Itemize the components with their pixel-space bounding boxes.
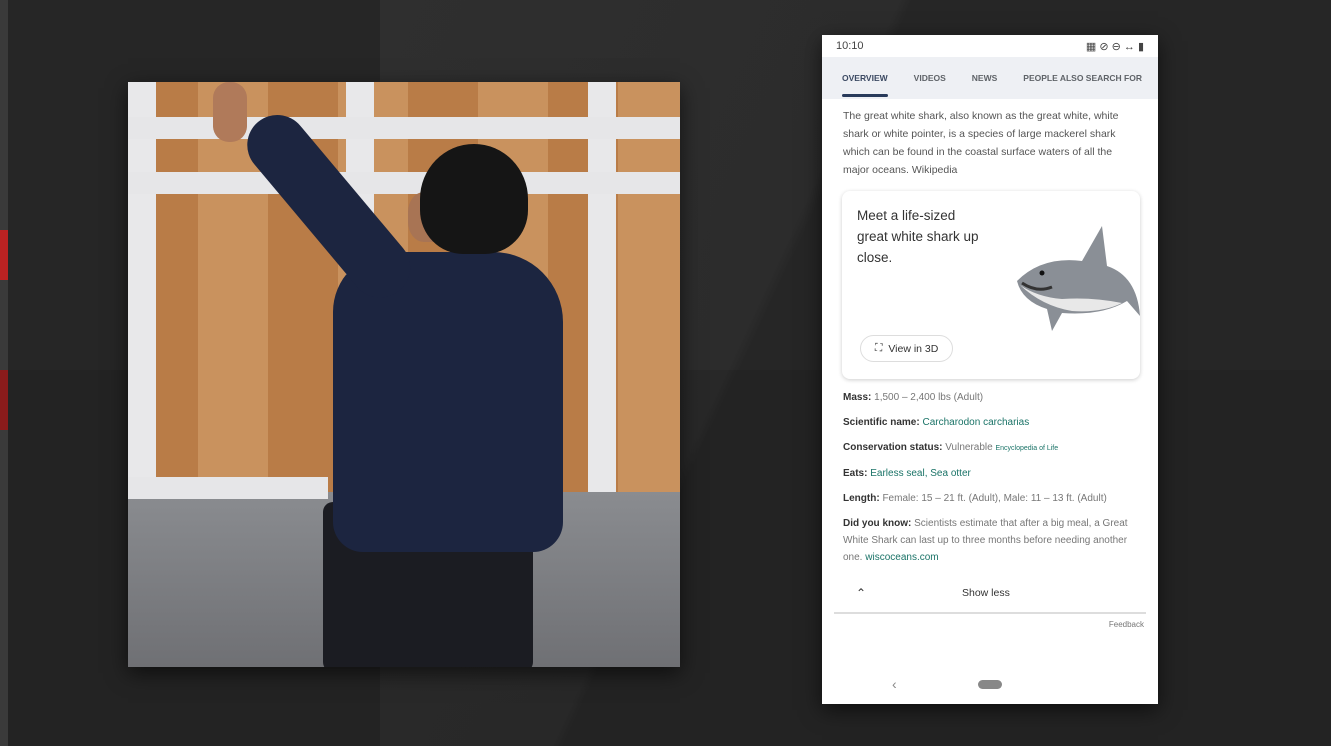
nav-bar: ‹ xyxy=(822,664,1158,704)
wikipedia-link[interactable]: Wikipedia xyxy=(912,164,958,176)
back-icon[interactable]: ‹ xyxy=(892,676,897,692)
fact-scientific-name: Scientific name: Carcharodon carcharias xyxy=(843,417,1030,428)
description: The great white shark, also known as the… xyxy=(843,110,1119,176)
fact-length: Length: Female: 15 – 21 ft. (Adult), Mal… xyxy=(843,493,1107,504)
status-icons: ▦ ⊘ ⊖ ↔ ▮ xyxy=(1085,40,1144,53)
tab-videos[interactable]: VIDEOS xyxy=(914,73,946,83)
tab-news[interactable]: NEWS xyxy=(972,73,998,83)
feedback-link[interactable]: Feedback xyxy=(822,614,1158,635)
facts-list: Mass: 1,500 – 2,400 lbs (Adult) Scientif… xyxy=(822,379,1158,566)
fact-eats: Eats: Earless seal, Sea otter xyxy=(843,468,971,479)
ar-icon: ⛶ xyxy=(875,342,883,354)
status-bar: 10:10 ▦ ⊘ ⊖ ↔ ▮ xyxy=(822,35,1158,57)
tab-bar: OVERVIEW VIDEOS NEWS PEOPLE ALSO SEARCH … xyxy=(822,57,1158,99)
fact-mass: Mass: 1,500 – 2,400 lbs (Adult) xyxy=(843,392,984,403)
phone-screen: 10:10 ▦ ⊘ ⊖ ↔ ▮ OVERVIEW VIDEOS NEWS PEO… xyxy=(822,35,1158,704)
status-time: 10:10 xyxy=(836,40,864,52)
view-in-3d-button[interactable]: ⛶ View in 3D xyxy=(860,335,954,362)
tab-overview[interactable]: OVERVIEW xyxy=(842,73,888,97)
fact-did-you-know: Did you know: Scientists estimate that a… xyxy=(843,518,1128,563)
show-less-button[interactable]: ⌃ Show less xyxy=(834,574,1146,614)
presenter-video xyxy=(128,82,680,667)
chevron-up-icon: ⌃ xyxy=(856,586,867,600)
fact-conservation: Conservation status: Vulnerable Encyclop… xyxy=(843,442,1059,453)
ar-card[interactable]: Meet a life-sized great white shark up c… xyxy=(842,191,1140,379)
left-edge-strip xyxy=(0,0,8,746)
shark-3d-image xyxy=(1017,226,1140,331)
tab-people-also-search[interactable]: PEOPLE ALSO SEARCH FOR xyxy=(1023,73,1142,83)
card-title: Meet a life-sized great white shark up c… xyxy=(857,208,979,265)
home-pill-icon[interactable] xyxy=(978,679,1002,689)
